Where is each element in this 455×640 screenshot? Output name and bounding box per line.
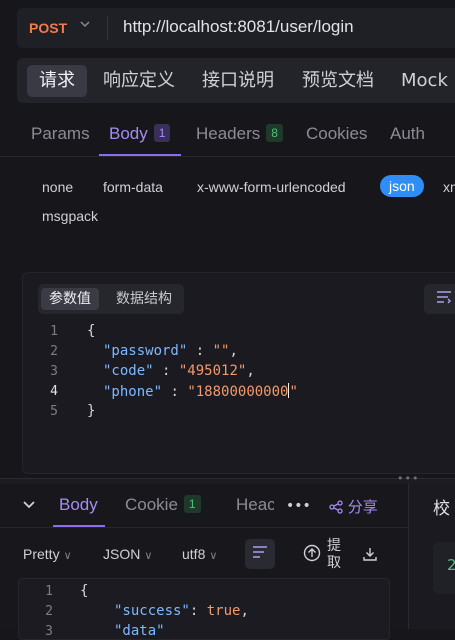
body-type-json[interactable]: json xyxy=(380,175,424,197)
tab-data-structure[interactable]: 数据结构 xyxy=(108,288,180,310)
tab-response-definition[interactable]: 响应定义 xyxy=(91,65,187,97)
tab-mock[interactable]: Mock xyxy=(389,65,455,97)
cookie-count-badge: 1 xyxy=(183,495,201,513)
extract-button[interactable]: 提 取 xyxy=(327,538,341,572)
body-count-badge: 1 xyxy=(153,124,171,142)
more-icon[interactable]: ••• xyxy=(286,498,311,514)
code-line: "success": true, xyxy=(114,603,249,619)
tab-cookies[interactable]: Cookies xyxy=(306,124,367,144)
line-number: 3 xyxy=(50,364,58,379)
chevron-down-icon: ∨ xyxy=(209,550,218,562)
tab-request[interactable]: 请求 xyxy=(27,65,87,97)
body-type-form-data[interactable]: form-data xyxy=(103,179,163,195)
code-line: { xyxy=(80,583,89,599)
tab-param-values[interactable]: 参数值 xyxy=(41,288,99,310)
json-key: "code" xyxy=(103,363,154,379)
json-value: "" xyxy=(212,343,230,359)
divider xyxy=(0,527,408,528)
line-number: 5 xyxy=(50,404,58,419)
line-number: 1 xyxy=(50,324,58,339)
top-tabs: 请求 响应定义 接口说明 预览文档 Mock xyxy=(17,58,455,103)
method-select[interactable]: POST xyxy=(29,20,67,36)
url-bar: POST http://localhost:8081/user/login xyxy=(17,8,455,48)
code-line[interactable]: "phone" : "18800000000" xyxy=(103,383,298,400)
tab-auth[interactable]: Auth xyxy=(390,124,425,144)
side-panel-title: 校 xyxy=(433,499,450,519)
wrap-lines-icon[interactable] xyxy=(245,539,275,569)
json-key: "success" xyxy=(114,603,190,619)
format-value: Pretty xyxy=(23,546,60,562)
code-line[interactable]: "code" : "495012", xyxy=(103,363,255,379)
tab-headers[interactable]: Headers 8 xyxy=(196,124,283,144)
line-number: 1 xyxy=(45,584,53,599)
tab-params[interactable]: Params xyxy=(31,124,90,144)
tab-headers-label: Headers xyxy=(196,124,261,143)
body-type-xml[interactable]: xml xyxy=(443,179,455,195)
tab-api-description[interactable]: 接口说明 xyxy=(190,65,286,97)
collapse-chevron-icon[interactable] xyxy=(22,497,36,515)
response-tab-headers[interactable]: Heac xyxy=(236,495,274,515)
json-value: true xyxy=(206,603,241,619)
line-number: 2 xyxy=(50,344,58,359)
code-line[interactable]: "password" : "", xyxy=(103,343,238,359)
tab-preview-docs[interactable]: 预览文档 xyxy=(290,65,386,97)
share-icon xyxy=(329,498,343,516)
tab-body[interactable]: Body 1 xyxy=(109,124,171,144)
body-type-none[interactable]: none xyxy=(42,179,73,195)
response-tab-cookie-label: Cookie xyxy=(125,495,178,514)
code-line[interactable]: } xyxy=(87,403,95,419)
json-value: "18800000000 xyxy=(187,384,289,400)
response-tab-body[interactable]: Body xyxy=(59,495,98,515)
response-tab-cookie[interactable]: Cookie 1 xyxy=(125,495,201,515)
divider xyxy=(0,156,455,157)
json-key: "data" xyxy=(114,623,165,639)
extract-label: 取 xyxy=(327,555,341,571)
side-panel-number: 2 xyxy=(447,556,455,574)
extract-label: 提 xyxy=(327,538,341,554)
format-icon[interactable] xyxy=(424,284,455,314)
chevron-down-icon: ∨ xyxy=(144,550,153,562)
url-input[interactable]: http://localhost:8081/user/login xyxy=(123,17,354,37)
extract-icon[interactable] xyxy=(303,544,321,566)
download-icon[interactable] xyxy=(362,546,378,566)
code-line: "data" xyxy=(114,623,165,639)
share-label: 分享 xyxy=(347,498,378,516)
share-button[interactable]: 分享 xyxy=(329,496,378,517)
tab-body-label: Body xyxy=(109,124,148,143)
divider xyxy=(107,16,108,40)
chevron-down-icon[interactable] xyxy=(79,18,91,34)
encoding-select[interactable]: utf8 ∨ xyxy=(182,546,217,562)
headers-count-badge: 8 xyxy=(266,124,283,142)
line-number: 4 xyxy=(50,384,58,399)
editor-mode-tabs: 参数值 数据结构 xyxy=(38,284,184,314)
format-select[interactable]: Pretty ∨ xyxy=(23,546,72,562)
line-number: 2 xyxy=(45,604,53,619)
body-type-urlencoded[interactable]: x-www-form-urlencoded xyxy=(197,179,346,195)
language-value: JSON xyxy=(103,546,141,562)
json-key: "password" xyxy=(103,343,188,359)
language-select[interactable]: JSON ∨ xyxy=(103,546,152,562)
json-value: "495012" xyxy=(178,363,247,379)
json-key: "phone" xyxy=(103,384,163,400)
encoding-value: utf8 xyxy=(182,546,206,562)
body-type-msgpack[interactable]: msgpack xyxy=(42,208,98,224)
chevron-down-icon: ∨ xyxy=(63,550,72,562)
code-line[interactable]: { xyxy=(87,323,95,339)
line-number: 3 xyxy=(45,624,53,639)
